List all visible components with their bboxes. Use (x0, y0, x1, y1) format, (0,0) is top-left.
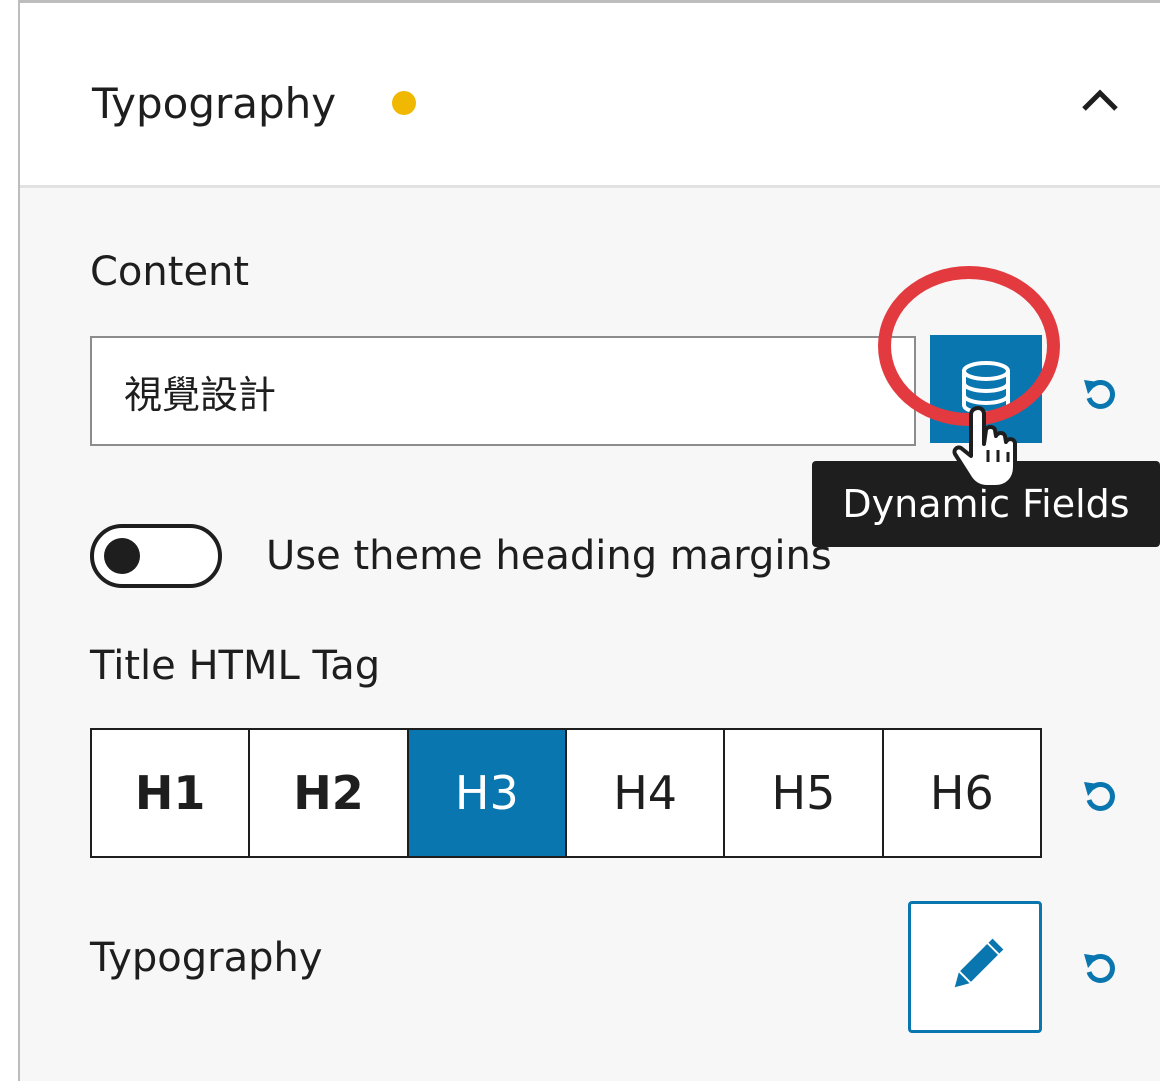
title-tag-selector: H1 H2 H3 H4 H5 H6 (90, 728, 1042, 858)
modified-indicator-dot (392, 91, 416, 115)
toggle-knob (104, 538, 140, 574)
pencil-icon (954, 938, 1004, 988)
content-input[interactable] (90, 336, 916, 446)
reset-icon[interactable] (1082, 778, 1118, 814)
hand-pointer-icon (952, 406, 1017, 489)
tag-button-h4[interactable]: H4 (567, 730, 726, 856)
tag-button-h2[interactable]: H2 (250, 730, 409, 856)
reset-icon[interactable] (1082, 376, 1118, 412)
section-header[interactable]: Typography (20, 3, 1160, 188)
content-label: Content (90, 249, 250, 295)
theme-margins-toggle[interactable] (90, 524, 222, 588)
tag-button-h5[interactable]: H5 (725, 730, 884, 856)
tag-button-h1[interactable]: H1 (92, 730, 251, 856)
typography-label: Typography (90, 935, 323, 981)
edit-typography-button[interactable] (908, 901, 1042, 1033)
chevron-up-icon[interactable] (1080, 83, 1120, 113)
tag-button-h3[interactable]: H3 (408, 730, 567, 856)
theme-margins-label: Use theme heading margins (266, 533, 832, 579)
section-title: Typography (92, 79, 337, 128)
reset-icon[interactable] (1082, 950, 1118, 986)
title-tag-label: Title HTML Tag (90, 643, 381, 689)
tag-button-h6[interactable]: H6 (884, 730, 1040, 856)
